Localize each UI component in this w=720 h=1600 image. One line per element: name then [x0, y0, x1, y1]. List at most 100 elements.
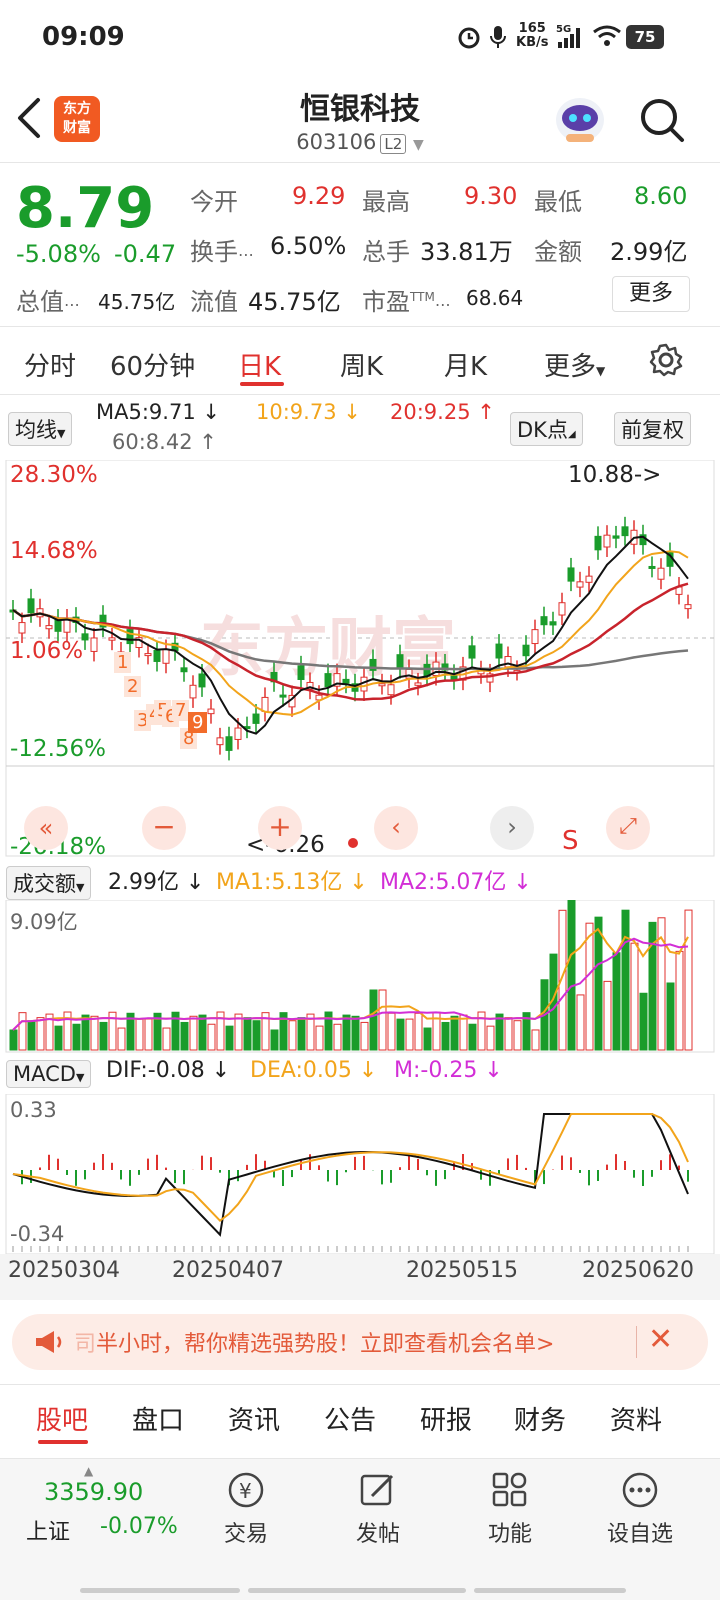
volume-bar: [450, 1015, 459, 1051]
tab-monthly-k[interactable]: 月K: [444, 346, 487, 383]
volume-bar: [630, 942, 639, 1051]
candle-body: [387, 684, 395, 696]
pct-label-2: 14.68%: [10, 538, 98, 564]
turnover-value: 6.50%: [270, 232, 347, 260]
candle-body: [180, 667, 188, 673]
candle-body: [63, 618, 71, 633]
nine-turn-7: 7: [172, 700, 190, 721]
nav-add-watchlist[interactable]: 设自选: [590, 1470, 690, 1548]
volume-bar: [396, 1018, 405, 1051]
tab-profile[interactable]: 资料: [610, 1400, 662, 1437]
volume-bar: [621, 909, 630, 1051]
fullscreen-icon[interactable]: ⤢: [606, 806, 650, 850]
tab-60min[interactable]: 60分钟: [110, 346, 195, 383]
volume-bar: [180, 1021, 189, 1051]
scroll-right-icon[interactable]: ›: [490, 806, 534, 850]
banner-text: 半小时，帮你精选强势股！立即查看机会名单>: [96, 1332, 555, 1357]
tab-weekly-k[interactable]: 周K: [340, 346, 383, 383]
robot-assistant-icon[interactable]: [552, 94, 608, 150]
candle-body: [162, 648, 170, 664]
banner-divider-line: [0, 1384, 720, 1385]
settings-gear-icon[interactable]: [648, 342, 684, 382]
candle-body: [252, 713, 260, 724]
nav-post[interactable]: 发帖: [328, 1470, 428, 1548]
scroll-left-icon[interactable]: ‹: [374, 806, 418, 850]
ma5-value: MA5:9.71 ↓: [96, 400, 220, 424]
index-expand-icon[interactable]: ▲: [84, 1464, 93, 1478]
tab-pankou[interactable]: 盘口: [132, 1400, 184, 1437]
stock-code-line[interactable]: 603106 L2 ▼: [0, 130, 720, 154]
candle-body: [153, 650, 161, 662]
macd-bar: [156, 1154, 158, 1170]
kline-chart[interactable]: 东方财富: [0, 460, 720, 860]
candle-body: [396, 654, 404, 670]
tab-finance[interactable]: 财务: [514, 1400, 566, 1437]
nav-trade[interactable]: ¥ 交易: [196, 1470, 296, 1548]
volume-label: 总手: [362, 238, 410, 266]
tab-announcements[interactable]: 公告: [324, 1400, 376, 1437]
volume-bar: [189, 1015, 198, 1051]
candle-body: [540, 616, 548, 626]
tab-research[interactable]: 研报: [420, 1400, 472, 1437]
candle-body: [684, 604, 692, 610]
nav-functions[interactable]: 功能: [460, 1470, 560, 1548]
volume-bar: [117, 1027, 126, 1051]
macd-bar: [255, 1154, 257, 1170]
amount-value: 2.99亿: [610, 238, 688, 266]
index-value[interactable]: 3359.90: [44, 1478, 143, 1506]
index-change: -0.07%: [100, 1514, 178, 1539]
high-label: 最高: [362, 188, 410, 216]
scroll-left-fast-icon[interactable]: «: [24, 806, 68, 850]
macd-bar: [237, 1170, 239, 1182]
macd-bar: [687, 1170, 689, 1182]
candle-body: [45, 625, 53, 630]
volume-current: 2.99亿 ↓: [108, 870, 205, 895]
macd-bar: [48, 1154, 50, 1170]
tab-daily-k[interactable]: 日K: [238, 346, 281, 383]
volume-chart: [5, 900, 715, 1053]
volume-bar: [612, 952, 621, 1051]
candle-body: [621, 526, 629, 537]
macd-chart: [5, 1094, 715, 1255]
macd-bar: [480, 1170, 482, 1180]
dk-point-button[interactable]: DK点◢: [510, 412, 583, 446]
macd-bar: [354, 1156, 356, 1170]
svg-text:5G: 5G: [556, 24, 571, 35]
volume-bar: [252, 1020, 261, 1051]
tab-guba[interactable]: 股吧: [36, 1400, 88, 1437]
zoom-out-icon[interactable]: −: [142, 806, 186, 850]
volume-max-label: 9.09亿: [10, 910, 78, 934]
candle-body: [126, 629, 134, 645]
ma-selector[interactable]: 均线▼: [8, 412, 73, 446]
macd-bar: [444, 1170, 446, 1180]
low-label: 最低: [534, 188, 582, 216]
search-icon[interactable]: [638, 96, 686, 148]
macd-bar: [183, 1170, 185, 1185]
volume-selector[interactable]: 成交额▼: [6, 866, 92, 900]
macd-selector[interactable]: MACD▼: [6, 1060, 92, 1088]
amount-label: 金额: [534, 238, 582, 266]
tab-timeshare[interactable]: 分时: [24, 346, 76, 383]
macd-bar: [282, 1170, 284, 1186]
level2-badge: L2: [380, 134, 407, 154]
volume-bar: [684, 909, 693, 1051]
candle-body: [90, 637, 98, 652]
volume-bar: [594, 916, 603, 1051]
home-indicator-left: [80, 1588, 240, 1593]
volume-bar: [342, 1014, 351, 1051]
tab-more[interactable]: 更多▼: [544, 346, 605, 383]
more-button[interactable]: 更多: [612, 276, 690, 312]
macd-bar: [579, 1170, 581, 1173]
macd-bar: [210, 1157, 212, 1170]
close-icon[interactable]: ✕: [648, 1322, 673, 1357]
zoom-in-icon[interactable]: +: [258, 806, 302, 850]
adjust-right-button[interactable]: 前复权: [614, 412, 691, 446]
tab-news[interactable]: 资讯: [228, 1400, 280, 1437]
macd-bar: [588, 1170, 590, 1186]
home-indicator-mid: [248, 1588, 466, 1593]
candle-body: [495, 643, 503, 659]
pe-value: 68.64: [466, 286, 524, 310]
ma60-value: 60:8.42 ↑: [112, 430, 217, 454]
home-indicator-right: [474, 1588, 626, 1593]
promo-banner[interactable]: 司 半小时，帮你精选强势股！立即查看机会名单> ✕: [12, 1314, 708, 1370]
